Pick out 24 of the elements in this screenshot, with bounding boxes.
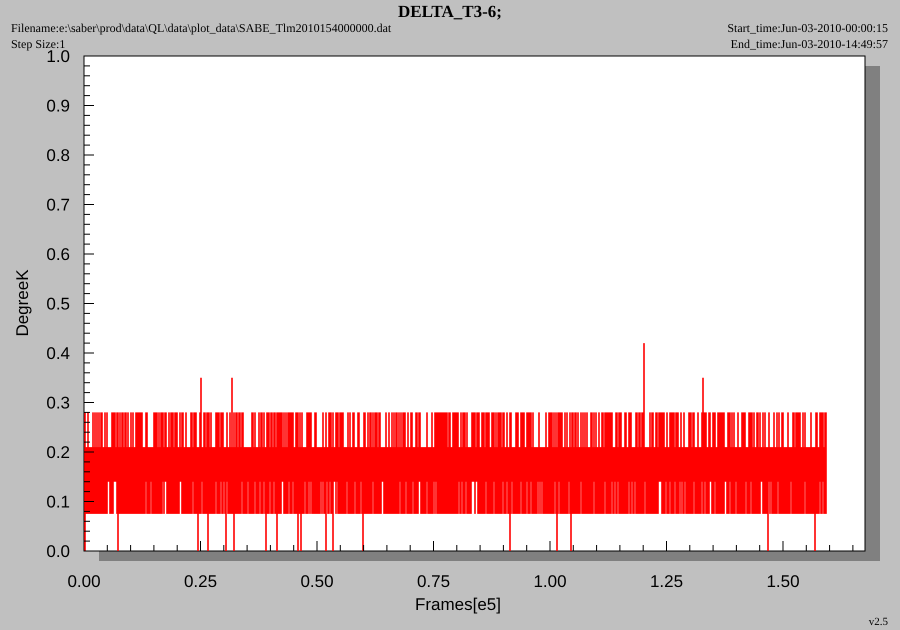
end-time-label: End_time:Jun-03-2010-14:49:57 <box>730 37 888 51</box>
x-tick-label: 0.50 <box>300 572 334 591</box>
y-tick-label: 0.3 <box>46 394 70 412</box>
y-tick-label: 0.6 <box>46 245 70 264</box>
x-tick-label: 1.00 <box>533 572 567 591</box>
y-tick-label: 0.9 <box>46 96 70 116</box>
x-tick-label: 1.50 <box>766 572 800 591</box>
version-label: v2.5 <box>868 616 888 628</box>
y-tick-label: 0.5 <box>46 294 70 314</box>
y-tick-label: 0.2 <box>46 443 70 462</box>
x-axis-label: Frames[e5] <box>415 595 501 614</box>
y-axis-label: DegreeK <box>13 269 32 337</box>
x-tick-label: 0.25 <box>184 572 218 591</box>
x-tick-label: 0.00 <box>67 572 101 591</box>
y-tick-label: 0.4 <box>46 344 70 363</box>
filename-label: Filename:e:\saber\prod\data\QL\data\plot_data\SABE_Tlm2010154000000.dat <box>11 21 392 35</box>
y-tick-label: 0.1 <box>46 492 70 512</box>
x-tick-label: 0.75 <box>416 572 450 591</box>
y-tick-label: 0.0 <box>46 542 70 561</box>
x-tick-label: 1.25 <box>650 572 684 591</box>
chart-title: DELTA_T3-6; <box>398 2 502 21</box>
y-tick-label: 0.8 <box>46 146 70 165</box>
y-tick-label: 0.7 <box>46 196 70 214</box>
start-time-label: Start_time:Jun-03-2010-00:00:15 <box>727 21 888 35</box>
